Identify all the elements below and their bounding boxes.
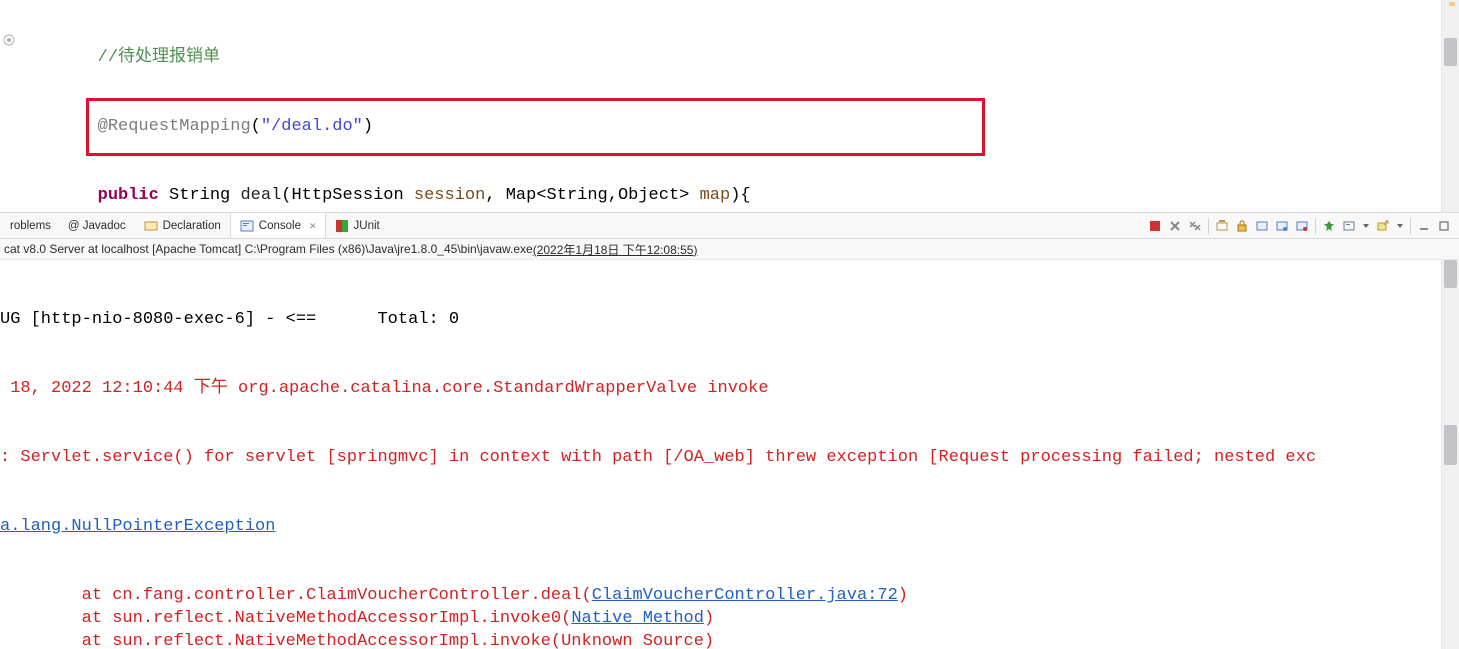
dropdown-arrow[interactable]	[1394, 217, 1406, 235]
console-process-time: (2022年1月18日 下午12:08:55)	[533, 241, 698, 258]
console-text: 18, 2022 12:10:44	[0, 379, 194, 398]
tab-label: JUnit	[354, 220, 380, 232]
show-on-stdout-button[interactable]	[1273, 217, 1291, 235]
code-text: deal	[240, 186, 281, 205]
declaration-icon	[143, 218, 159, 234]
scroll-thumb[interactable]	[1444, 38, 1457, 66]
console-process-path: cat v8.0 Server at localhost [Apache Tom…	[4, 242, 533, 256]
code-text: ,	[485, 186, 505, 205]
console-text: org.apache.catalina.core.StandardWrapper…	[238, 379, 769, 398]
tab-label: Console	[259, 220, 301, 232]
tab-label: Declaration	[163, 220, 221, 232]
exception-link[interactable]: a.lang.NullPointerException	[0, 517, 275, 536]
toolbar-separator	[1208, 218, 1209, 234]
code-text: session	[414, 186, 485, 205]
terminate-button[interactable]	[1146, 217, 1164, 235]
stacktrace-text: at sun.reflect.NativeMethodAccessorImpl.…	[0, 632, 714, 649]
dropdown-arrow[interactable]	[1360, 217, 1372, 235]
editor-gutter	[0, 0, 16, 212]
code-text: (	[281, 186, 291, 205]
console-process-label: cat v8.0 Server at localhost [Apache Tom…	[0, 239, 1459, 260]
stacktrace-line: at sun.reflect.NativeMethodAccessorImpl.…	[0, 607, 1441, 630]
tab-console[interactable]: Console ✕	[230, 213, 326, 238]
code-annotation: @RequestMapping	[98, 117, 251, 136]
tab-javadoc[interactable]: @ Javadoc	[60, 213, 135, 238]
console-scrollbar[interactable]	[1441, 260, 1459, 649]
code-text: ){	[730, 186, 750, 205]
code-keyword: public	[98, 186, 159, 205]
minimize-button[interactable]	[1415, 217, 1433, 235]
console-toolbar	[1146, 217, 1459, 235]
open-console-button[interactable]	[1374, 217, 1392, 235]
code-text: String	[159, 186, 241, 205]
code-area[interactable]: //待处理报销单 @RequestMapping("/deal.do") pub…	[16, 0, 1441, 212]
scroll-thumb[interactable]	[1444, 260, 1457, 288]
show-on-stderr-button[interactable]	[1293, 217, 1311, 235]
console-output[interactable]: UG [http-nio-8080-exec-6] - <== Total: 0…	[0, 262, 1441, 649]
tab-declaration[interactable]: Declaration	[135, 213, 230, 238]
tab-label: @ Javadoc	[68, 220, 126, 232]
console-line: 18, 2022 12:10:44 下午 org.apache.catalina…	[0, 377, 1441, 400]
stacktrace-line: at sun.reflect.NativeMethodAccessorImpl.…	[0, 630, 1441, 649]
console-text: 下午	[194, 379, 238, 398]
junit-icon	[334, 218, 350, 234]
stacktrace-text: at cn.fang.controller.ClaimVoucherContro…	[0, 586, 592, 605]
console-pane: UG [http-nio-8080-exec-6] - <== Total: 0…	[0, 260, 1459, 649]
display-selected-button[interactable]	[1340, 217, 1358, 235]
word-wrap-button[interactable]	[1253, 217, 1271, 235]
close-icon[interactable]: ✕	[309, 221, 317, 232]
tab-junit[interactable]: JUnit	[326, 213, 389, 238]
view-tab-bar: roblems @ Javadoc Declaration Console ✕ …	[0, 212, 1459, 239]
maximize-button[interactable]	[1435, 217, 1453, 235]
code-text: map	[700, 186, 731, 205]
quickfix-icon[interactable]	[1, 32, 17, 48]
overview-marker[interactable]	[1449, 2, 1455, 6]
stacktrace-link[interactable]: Native Method	[571, 609, 704, 628]
scroll-thumb[interactable]	[1444, 425, 1457, 465]
tab-problems[interactable]: roblems	[2, 213, 60, 238]
remove-launch-button[interactable]	[1166, 217, 1184, 235]
tab-label: roblems	[10, 220, 51, 232]
editor-pane: //待处理报销单 @RequestMapping("/deal.do") pub…	[0, 0, 1459, 212]
code-text: (	[251, 117, 261, 136]
console-icon	[239, 218, 255, 234]
code-string: "/deal.do"	[261, 117, 363, 136]
toolbar-separator	[1410, 218, 1411, 234]
stacktrace-text: )	[704, 609, 714, 628]
clear-console-button[interactable]	[1213, 217, 1231, 235]
console-line: UG [http-nio-8080-exec-6] - <== Total: 0	[0, 308, 1441, 331]
stacktrace-text: )	[898, 586, 908, 605]
editor-scrollbar[interactable]	[1441, 0, 1459, 212]
code-text: Map<String,Object>	[506, 186, 700, 205]
code-text: HttpSession	[291, 186, 413, 205]
stacktrace-text: at sun.reflect.NativeMethodAccessorImpl.…	[0, 609, 571, 628]
console-line: : Servlet.service() for servlet [springm…	[0, 446, 1441, 469]
code-comment: //待处理报销单	[98, 48, 220, 67]
pin-console-button[interactable]	[1320, 217, 1338, 235]
toolbar-separator	[1315, 218, 1316, 234]
remove-all-button[interactable]	[1186, 217, 1204, 235]
code-text: )	[363, 117, 373, 136]
scroll-lock-button[interactable]	[1233, 217, 1251, 235]
stacktrace-line: at cn.fang.controller.ClaimVoucherContro…	[0, 584, 1441, 607]
stacktrace-link[interactable]: ClaimVoucherController.java:72	[592, 586, 898, 605]
